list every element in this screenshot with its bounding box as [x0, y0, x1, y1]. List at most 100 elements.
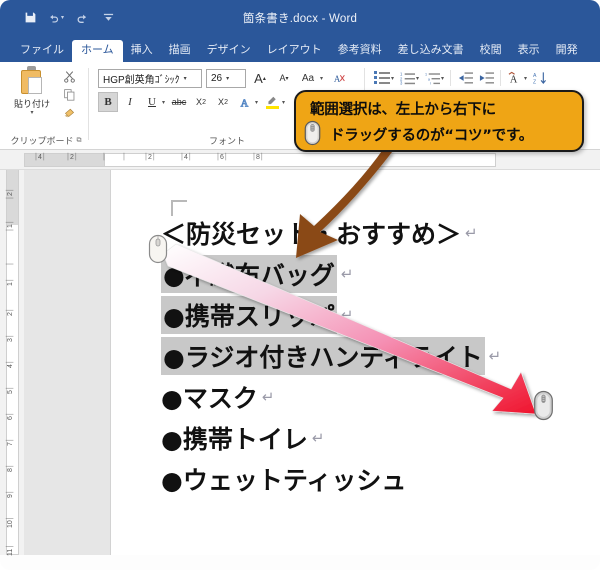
- vertical-ruler[interactable]: ⏐2⏐ ⏐1⏐ ⏐ 1⏐ 2⏐ 3⏐ 4⏐ 5⏐ 6⏐ 7⏐ 8⏐ 9⏐ 10⏐…: [0, 170, 24, 556]
- tab-developer[interactable]: 開発: [548, 41, 586, 62]
- decrease-indent-icon[interactable]: [455, 68, 475, 88]
- subscript-icon[interactable]: X2: [191, 92, 211, 112]
- clear-formatting-icon[interactable]: A: [329, 68, 349, 88]
- numbering-icon[interactable]: 123: [397, 68, 417, 88]
- ruler-tick: 8⏐: [7, 464, 14, 472]
- customize-qat-icon[interactable]: [100, 10, 116, 26]
- svg-text:A: A: [509, 75, 517, 85]
- chevron-down-icon[interactable]: ▾: [255, 99, 258, 106]
- horizontal-ruler-ticks: ⏐4⏐ ⏐2⏐ ⏐ ⏐ ⏐2⏐ ⏐4⏐ ⏐6⏐ ⏐8⏐: [24, 150, 584, 170]
- shrink-font-icon[interactable]: A ▾: [274, 68, 294, 88]
- ruler-tick: 3⏐: [7, 334, 14, 342]
- tab-references[interactable]: 参考資料: [330, 41, 390, 62]
- ruler-tick: 9⏐: [7, 490, 14, 498]
- chevron-down-icon[interactable]: ▾: [226, 75, 229, 82]
- dialog-launcher-icon[interactable]: ⧉: [77, 137, 82, 145]
- svg-text:A: A: [240, 98, 248, 108]
- paragraph-mark: ↵: [340, 264, 354, 283]
- title-bar: ▾ 箇条書き.docx - Word: [0, 0, 600, 35]
- callout-line-1: 範囲選択は、左上から右下に: [310, 102, 496, 118]
- ruler-tick: ⏐: [122, 154, 126, 161]
- paste-label: 貼り付け: [13, 99, 50, 109]
- tab-file[interactable]: ファイル: [12, 41, 72, 62]
- svg-text:A: A: [333, 73, 340, 83]
- ribbon-group-clipboard: 貼り付け ▾ クリップボード ⧉: [4, 62, 88, 150]
- tab-home[interactable]: ホーム: [72, 40, 123, 62]
- tab-review[interactable]: 校閲: [472, 41, 510, 62]
- chevron-down-icon[interactable]: ▾: [441, 75, 444, 82]
- document-line[interactable]: ●不織布バッグ ↵: [161, 253, 591, 294]
- svg-text:Z: Z: [533, 80, 536, 85]
- document-line[interactable]: ●携帯スリッパ ↵: [161, 294, 591, 335]
- chevron-down-icon[interactable]: ▾: [524, 75, 527, 82]
- grow-font-icon[interactable]: A ▴: [250, 68, 270, 88]
- callout-line-2: ドラッグするのが“コツ”です。: [330, 128, 534, 144]
- underline-icon[interactable]: U: [142, 92, 162, 112]
- chevron-down-icon[interactable]: ▾: [184, 75, 187, 82]
- ruler-tick: ⏐4⏐: [180, 154, 192, 161]
- ruler-tick: ⏐1⏐: [7, 220, 14, 232]
- tab-insert[interactable]: 挿入: [123, 41, 161, 62]
- chevron-down-icon[interactable]: ▾: [416, 75, 419, 82]
- document-line[interactable]: ●マスク ↵: [161, 376, 591, 417]
- tab-draw[interactable]: 描画: [161, 41, 199, 62]
- italic-icon[interactable]: I: [120, 92, 140, 112]
- font-size-combo[interactable]: 26 ▾: [206, 68, 246, 88]
- change-case-icon[interactable]: Aa: [298, 68, 318, 88]
- document-line[interactable]: ●携帯トイレ ↵: [161, 417, 591, 458]
- ruler-tick: 11⏐: [7, 544, 14, 556]
- ruler-tick: ⏐2⏐: [7, 188, 14, 200]
- save-icon[interactable]: [22, 10, 38, 26]
- line-text: ＜防災セット・おすすめ＞: [161, 219, 462, 249]
- chevron-down-icon[interactable]: ▾: [391, 75, 394, 82]
- phonetic-sort-icon[interactable]: A: [505, 68, 525, 88]
- document-line[interactable]: ＜防災セット・おすすめ＞ ↵: [161, 212, 591, 253]
- document-line[interactable]: ●ラジオ付きハンディライト ↵: [161, 335, 591, 376]
- document-line[interactable]: ●ウェットティッシュ: [161, 458, 591, 499]
- format-painter-icon[interactable]: [56, 103, 82, 121]
- font-name-combo[interactable]: HGP創英角ｺﾞｼｯｸ ▾: [98, 68, 202, 88]
- bold-icon[interactable]: B: [98, 92, 118, 112]
- chevron-down-icon[interactable]: ▾: [30, 110, 33, 116]
- increase-indent-icon[interactable]: [476, 68, 496, 88]
- tip-callout: 範囲選択は、左上から右下に ドラッグするのが“コツ”です。: [294, 90, 584, 152]
- ruler-tick: ⏐: [7, 262, 14, 266]
- redo-icon[interactable]: [74, 10, 90, 26]
- document-text[interactable]: ＜防災セット・おすすめ＞ ↵ ●不織布バッグ ↵ ●携帯スリッパ ↵ ●ラジオ付…: [161, 212, 591, 499]
- undo-icon[interactable]: ▾: [48, 10, 64, 26]
- sort-icon[interactable]: AZ: [530, 68, 550, 88]
- copy-icon[interactable]: [56, 85, 82, 103]
- document-area[interactable]: ＜防災セット・おすすめ＞ ↵ ●不織布バッグ ↵ ●携帯スリッパ ↵ ●ラジオ付…: [24, 170, 600, 555]
- ruler-tick: 10⏐: [7, 516, 14, 528]
- line-text: ●ウェットティッシュ: [161, 465, 407, 495]
- quick-access-toolbar: ▾: [22, 10, 116, 26]
- svg-text:3: 3: [400, 81, 403, 85]
- horizontal-ruler[interactable]: ⏐4⏐ ⏐2⏐ ⏐ ⏐ ⏐2⏐ ⏐4⏐ ⏐6⏐ ⏐8⏐: [0, 150, 600, 170]
- paragraph-mark: ↵: [340, 305, 354, 324]
- chevron-down-icon[interactable]: ▾: [320, 75, 323, 82]
- tab-layout[interactable]: レイアウト: [259, 41, 330, 62]
- ruler-tick: 6⏐: [7, 412, 14, 420]
- superscript-icon[interactable]: X2: [213, 92, 233, 112]
- ruler-tick: 7⏐: [7, 438, 14, 446]
- clipboard-icon: [19, 66, 45, 96]
- bullets-icon[interactable]: [372, 68, 392, 88]
- tab-design[interactable]: デザイン: [199, 41, 259, 62]
- paragraph-mark: ↵: [261, 387, 275, 406]
- paste-button[interactable]: 貼り付け ▾: [10, 66, 54, 116]
- document-page[interactable]: ＜防災セット・おすすめ＞ ↵ ●不織布バッグ ↵ ●携帯スリッパ ↵ ●ラジオ付…: [110, 170, 600, 555]
- multilevel-list-icon[interactable]: 1ai: [422, 68, 442, 88]
- chevron-down-icon[interactable]: ▾: [282, 99, 285, 106]
- clipboard-group-label: クリップボード ⧉: [10, 136, 82, 146]
- cut-icon[interactable]: [56, 67, 82, 85]
- ruler-tick: 4⏐: [7, 360, 14, 368]
- clipboard-mini-buttons: [56, 67, 82, 121]
- ruler-tick: ⏐8⏐: [252, 154, 264, 161]
- chevron-down-icon[interactable]: ▾: [162, 99, 165, 106]
- text-highlight-icon[interactable]: [262, 92, 282, 112]
- tab-view[interactable]: 表示: [510, 41, 548, 62]
- text-effects-icon[interactable]: A: [235, 92, 255, 112]
- strikethrough-icon[interactable]: abc: [169, 92, 189, 112]
- paragraph-mark: ↵: [488, 346, 502, 365]
- tab-mailings[interactable]: 差し込み文書: [390, 41, 472, 62]
